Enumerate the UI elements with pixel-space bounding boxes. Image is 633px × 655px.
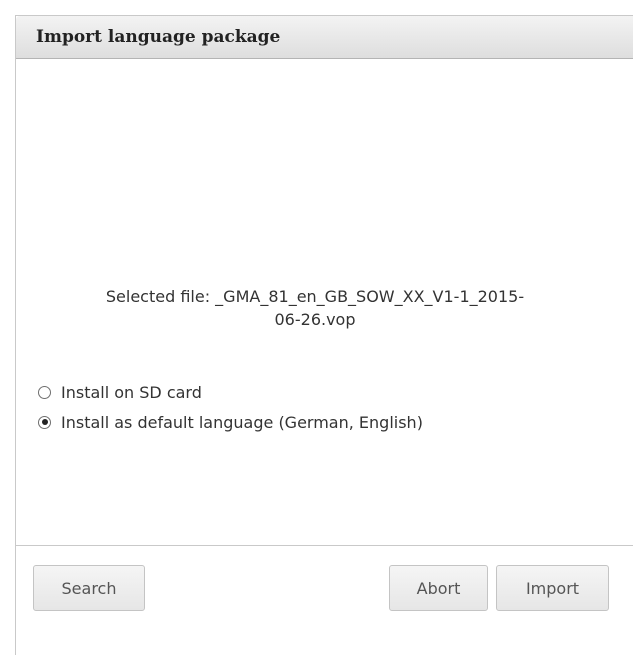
search-button[interactable]: Search xyxy=(33,565,145,611)
abort-button[interactable]: Abort xyxy=(389,565,488,611)
radio-checked-icon[interactable] xyxy=(38,415,51,429)
option-default-language-label: Install as default language (German, Eng… xyxy=(61,412,423,432)
import-button[interactable]: Import xyxy=(496,565,609,611)
selected-file-line-2: 06-26.vop xyxy=(274,310,356,329)
footer-divider xyxy=(15,545,633,546)
option-install-sd-card[interactable]: Install on SD card xyxy=(38,381,202,403)
selected-file-line-1: Selected file: _GMA_81_en_GB_SOW_XX_V1-1… xyxy=(105,287,525,306)
selected-file-text: Selected file: _GMA_81_en_GB_SOW_XX_V1-1… xyxy=(14,285,616,331)
option-install-default-language[interactable]: Install as default language (German, Eng… xyxy=(38,411,423,433)
option-sd-card-label: Install on SD card xyxy=(61,382,202,402)
radio-unchecked-icon[interactable] xyxy=(38,385,51,399)
import-language-dialog: Import language package xyxy=(15,15,633,655)
dialog-titlebar: Import language package xyxy=(16,16,633,59)
dialog-title: Import language package xyxy=(36,27,281,47)
